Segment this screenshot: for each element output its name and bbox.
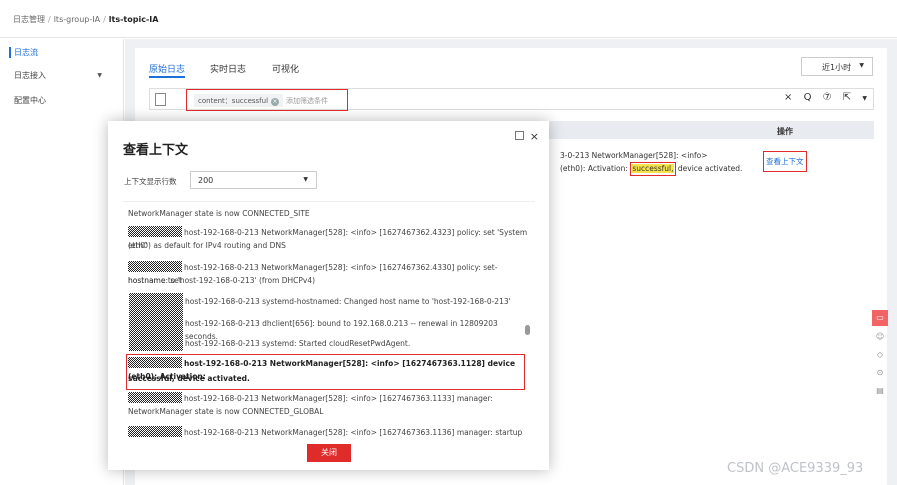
chevron-down-icon[interactable]: ▼ xyxy=(862,95,867,102)
rows-label: 上下文显示行数 xyxy=(124,177,177,186)
watermark: CSDN @ACE9339_93 xyxy=(727,461,864,476)
view-context-link[interactable]: 查看上下文 xyxy=(763,151,807,172)
export-icon[interactable]: ⇱ xyxy=(843,92,851,103)
context-line: host-192-168-0-213 NetworkManager[528]: … xyxy=(128,426,528,439)
operation-column-header: 操作 xyxy=(777,127,793,136)
clear-icon[interactable]: × xyxy=(784,92,792,103)
log-line: (eth0): Activation: successful, device a… xyxy=(560,162,742,176)
right-toolbar: ▭ ☺ ◇ ⊙ ▤ xyxy=(872,310,888,404)
filter-actions: × Q ⑦ ⇱ ▼ xyxy=(776,92,867,103)
remove-filter-icon[interactable]: × xyxy=(271,98,280,106)
tab-realtime-logs[interactable]: 实时日志 xyxy=(210,62,246,75)
log-line: 3-0-213 NetworkManager[528]: <info> xyxy=(560,151,708,160)
redacted-mosaic xyxy=(128,392,182,403)
context-line: host-192-168-0-213 systemd-hostnamed: Ch… xyxy=(185,297,511,306)
breadcrumb-log-management[interactable]: 日志管理 xyxy=(13,15,45,24)
filter-chip[interactable]: content：successful × xyxy=(194,94,284,107)
redacted-mosaic xyxy=(128,261,182,272)
chevron-down-icon: ▼ xyxy=(859,62,864,69)
context-line: host-192-168-0-213 NetworkManager[528]: … xyxy=(128,392,528,405)
smile-icon[interactable]: ☺ xyxy=(872,332,888,346)
sidebar: 日志流 日志接入 ▼ 配置中心 xyxy=(0,39,124,485)
chevron-down-icon: ▼ xyxy=(303,176,308,183)
keyword-highlight-box: successful, xyxy=(630,162,676,176)
document-icon[interactable] xyxy=(155,93,166,106)
context-line: (eth0) as default for IPv4 routing and D… xyxy=(128,241,286,250)
close-button[interactable]: 关闭 xyxy=(307,444,351,462)
sidebar-item-label: 配置中心 xyxy=(14,96,46,105)
context-line: NetworkManager state is now CONNECTED_GL… xyxy=(128,407,324,416)
close-icon[interactable]: × xyxy=(530,130,539,143)
feedback-icon[interactable]: ▭ xyxy=(872,310,888,326)
keyword-highlight: successful, xyxy=(632,164,674,173)
redacted-mosaic xyxy=(128,226,182,237)
time-range-select[interactable]: 近1小时 ▼ xyxy=(801,57,873,76)
breadcrumb-group[interactable]: lts-group-IA xyxy=(54,15,100,24)
document-icon[interactable]: ▤ xyxy=(872,386,888,400)
filter-bar: content：successful × 添加筛选条件 × Q ⑦ ⇱ ▼ xyxy=(149,88,874,111)
add-filter-input[interactable]: 添加筛选条件 xyxy=(286,96,328,106)
rows-select-value: 200 xyxy=(198,176,214,185)
tab-visualization[interactable]: 可视化 xyxy=(272,62,299,75)
chevron-down-icon: ▼ xyxy=(97,72,102,79)
help-icon[interactable]: ⑦ xyxy=(823,92,832,103)
time-range-value: 近1小时 xyxy=(822,63,852,72)
context-line: host-192-168-0-213 systemd: Started clou… xyxy=(185,339,411,348)
log-entry-text: 3-0-213 NetworkManager[528]: <info> (eth… xyxy=(560,150,742,176)
top-bar: 日志管理 / lts-group-IA / lts-topic-IA xyxy=(0,0,897,38)
scrollbar-thumb[interactable] xyxy=(525,325,530,335)
search-icon[interactable]: Q xyxy=(804,92,812,103)
expand-icon[interactable] xyxy=(515,131,524,140)
rows-select[interactable]: 200 ▼ xyxy=(190,171,317,189)
divider xyxy=(123,201,535,202)
service-icon[interactable]: ◇ xyxy=(872,350,888,364)
redacted-mosaic xyxy=(129,293,183,351)
context-line-matched: successful, device activated. xyxy=(128,374,250,383)
context-line: NetworkManager state is now CONNECTED_SI… xyxy=(128,209,310,218)
filter-chip-label: content：successful xyxy=(198,97,269,105)
sidebar-item-log-stream[interactable]: 日志流 xyxy=(9,47,38,58)
redacted-mosaic xyxy=(128,357,182,368)
sidebar-item-log-ingest[interactable]: 日志接入 ▼ xyxy=(14,70,114,81)
context-line: hostname to 'host-192-168-0-213' (from D… xyxy=(128,276,316,285)
redacted-mosaic xyxy=(128,426,182,437)
breadcrumb-topic: lts-topic-IA xyxy=(108,15,159,24)
breadcrumb: 日志管理 / lts-group-IA / lts-topic-IA xyxy=(13,14,158,25)
sidebar-item-label: 日志流 xyxy=(14,48,38,57)
help-icon[interactable]: ⊙ xyxy=(872,368,888,382)
context-dialog: × 查看上下文 上下文显示行数 200 ▼ NetworkManager sta… xyxy=(108,121,549,470)
breadcrumb-separator: / xyxy=(48,15,51,24)
tab-raw-logs[interactable]: 原始日志 xyxy=(149,62,186,78)
breadcrumb-separator: / xyxy=(103,15,106,24)
sidebar-item-config-center[interactable]: 配置中心 xyxy=(14,95,46,106)
dialog-title: 查看上下文 xyxy=(123,143,189,158)
sidebar-item-label: 日志接入 xyxy=(14,71,46,80)
